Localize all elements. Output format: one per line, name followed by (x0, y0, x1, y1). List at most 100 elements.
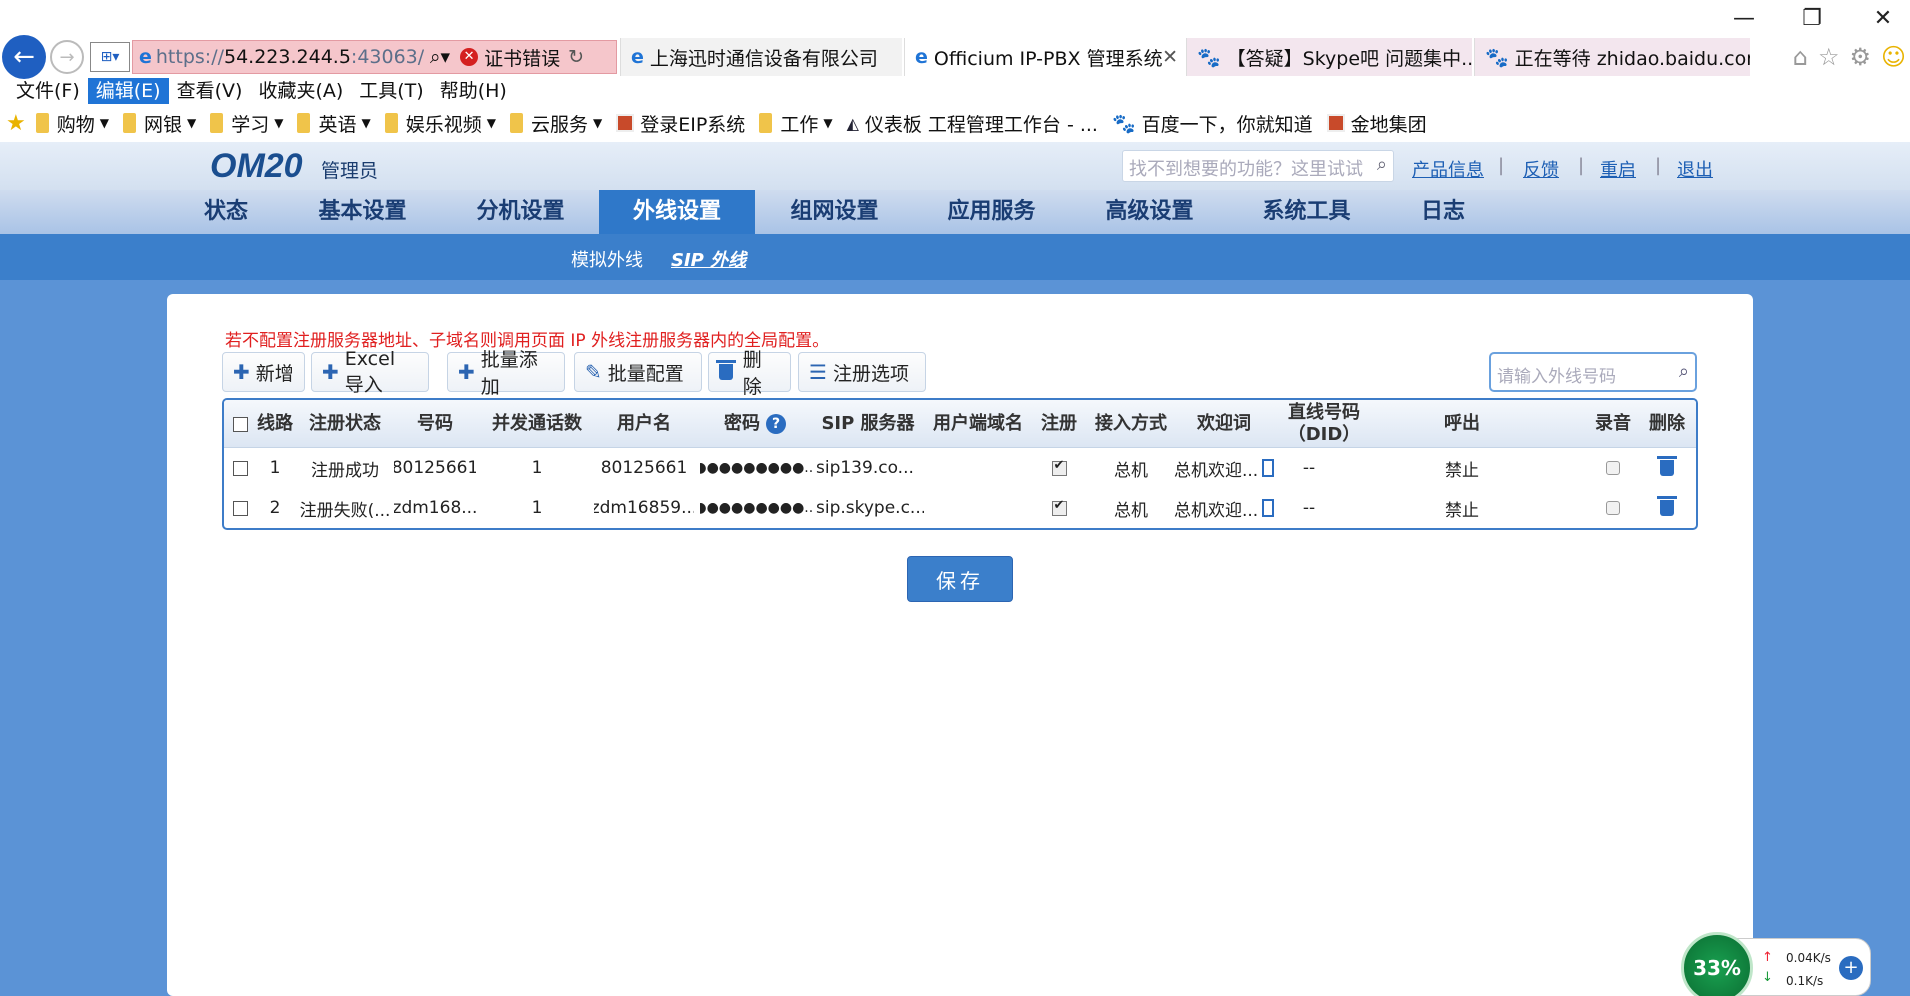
cell-concurrent: 1 (531, 458, 543, 478)
nav-extension-settings[interactable]: 分机设置 (458, 190, 583, 234)
menu-favorites[interactable]: 收藏夹(A) (250, 78, 351, 104)
link-restart[interactable]: 重启 (1600, 156, 1636, 182)
smiley-icon[interactable]: ☺ (1881, 43, 1906, 71)
record-checkbox[interactable] (1606, 461, 1620, 475)
register-checkbox[interactable] (1051, 498, 1067, 516)
fav-english[interactable]: 英语 ▼ (297, 110, 371, 137)
register-checkbox[interactable] (1051, 458, 1067, 476)
address-bar[interactable]: e https://54.223.244.5:43063/fra ⌕▾ ✕ 证书… (132, 40, 617, 74)
cert-error-label[interactable]: 证书错误 (484, 44, 560, 71)
ie-icon: e (915, 46, 928, 68)
favorites-star-icon[interactable]: ★ (6, 111, 26, 136)
trash-icon[interactable] (1657, 496, 1677, 516)
tab-zhidao[interactable]: 🐾 正在等待 zhidao.baidu.com (1474, 38, 1750, 76)
menu-view[interactable]: 查看(V) (169, 78, 251, 104)
fav-baidu[interactable]: 🐾 百度一下，你就知道 (1112, 110, 1313, 137)
nav-trunk-settings[interactable]: 外线设置 (599, 190, 755, 234)
row-checkbox[interactable] (232, 500, 248, 516)
baidu-paw-icon: 🐾 (1485, 46, 1509, 69)
table-row[interactable]: 2 注册失败(... zdm168... 1 zdm16859... ●●●●●… (224, 488, 1696, 528)
nav-status[interactable]: 状态 (180, 190, 272, 234)
menu-help[interactable]: 帮助(H) (432, 78, 515, 104)
nav-advanced-settings[interactable]: 高级设置 (1087, 190, 1212, 234)
tab-skype[interactable]: 🐾 【答疑】Skype吧 问题集中... (1186, 38, 1472, 76)
subnav-analog-trunk[interactable]: 模拟外线 (571, 246, 643, 272)
link-product-info[interactable]: 产品信息 (1412, 156, 1484, 182)
tab-title: Officium IP-PBX 管理系统 (933, 47, 1163, 70)
record-checkbox[interactable] (1606, 501, 1620, 515)
trunk-search-input[interactable]: 请输入外线号码 ⌕ (1489, 352, 1697, 392)
fav-bank[interactable]: 网银 ▼ (122, 110, 196, 137)
cell-delete (1642, 488, 1692, 528)
plus-icon[interactable]: + (1839, 956, 1863, 980)
link-logout[interactable]: 退出 (1677, 156, 1713, 182)
upload-arrow-icon: ↑ (1762, 950, 1773, 965)
col-sip-server: SIP 服务器 (821, 413, 915, 434)
table-header: 线路 注册状态 号码 并发通话数 用户名 密码? SIP 服务器 用户端域名 注… (224, 400, 1696, 448)
tab-officium[interactable]: e Officium IP-PBX 管理系统 ✕ (904, 38, 1184, 76)
nav-system-tools[interactable]: 系统工具 (1244, 190, 1369, 234)
search-icon[interactable]: ⌕ (1377, 154, 1387, 175)
close-window-button[interactable]: ✕ (1863, 6, 1903, 31)
fav-cloud[interactable]: 云服务 ▼ (509, 110, 602, 137)
subnav-sip-trunk[interactable]: SIP 外线 (671, 246, 746, 272)
tab-xunshi[interactable]: e 上海迅时通信设备有限公司 (620, 38, 902, 76)
forward-button[interactable]: → (50, 40, 84, 74)
nav-basic-settings[interactable]: 基本设置 (300, 190, 425, 234)
menu-edit[interactable]: 编辑(E) (87, 78, 169, 104)
compat-view-button[interactable]: ⊞▾ (90, 42, 130, 72)
cell-register (1032, 448, 1086, 488)
cell-did: -- (1302, 458, 1316, 478)
gear-icon[interactable]: ⚙ (1849, 43, 1871, 71)
fav-shopping[interactable]: 购物 ▼ (35, 110, 109, 137)
function-search-input[interactable]: 找不到想要的功能？这里试试 ⌕ (1122, 150, 1394, 182)
fav-work[interactable]: 工作 ▼ (759, 110, 833, 137)
cell-username: 80125661 (600, 458, 688, 478)
fav-study[interactable]: 学习 ▼ (210, 110, 283, 137)
welcome-text: 总机欢迎... (1174, 500, 1259, 521)
favorites-star-icon[interactable]: ☆ (1818, 43, 1840, 71)
fav-eip[interactable]: 登录EIP系统 (616, 110, 745, 137)
excel-import-button[interactable]: ✚ Excel 导入 (311, 348, 429, 396)
edit-icon[interactable] (1262, 499, 1274, 517)
register-options-button[interactable]: ☰ 注册选项 (798, 352, 926, 392)
add-button[interactable]: ✚ 新增 (222, 352, 305, 392)
memory-usage-circle[interactable]: 33% (1681, 932, 1753, 996)
edit-icon[interactable] (1262, 459, 1274, 477)
table-row[interactable]: 1 注册成功 80125661 1 80125661 ●●●●●●●●●... … (224, 448, 1696, 488)
fav-jindi[interactable]: 金地集团 (1326, 110, 1427, 137)
fav-entertainment[interactable]: 娱乐视频 ▼ (384, 110, 496, 137)
home-icon[interactable]: ⌂ (1793, 43, 1808, 71)
trash-icon[interactable] (1657, 456, 1677, 476)
cell-domain (926, 448, 1030, 488)
save-button[interactable]: 保存 (907, 556, 1013, 602)
list-icon: ☰ (809, 360, 827, 384)
restore-button[interactable]: ❐ (1792, 6, 1832, 31)
help-icon[interactable]: ? (766, 414, 786, 434)
refresh-icon[interactable]: ↻ (568, 46, 584, 68)
search-icon[interactable]: ⌕ (1679, 361, 1689, 382)
download-speed: 0.1K/s (1786, 974, 1824, 988)
batch-config-button[interactable]: ✎ 批量配置 (574, 352, 702, 392)
back-button[interactable]: ← (2, 35, 46, 79)
menu-file[interactable]: 文件(F) (8, 78, 88, 104)
row-checkbox[interactable] (232, 460, 248, 476)
close-tab-icon[interactable]: ✕ (1162, 46, 1178, 68)
main-nav: 状态 基本设置 分机设置 外线设置 组网设置 应用服务 高级设置 系统工具 日志 (0, 190, 1910, 234)
address-url[interactable]: https://54.223.244.5:43063/fra (156, 46, 424, 68)
fav-dashboard[interactable]: ◭ 仪表板 工程管理工作台 - ... (847, 110, 1098, 137)
menu-tools[interactable]: 工具(T) (351, 78, 431, 104)
search-icon[interactable]: ⌕▾ (430, 46, 450, 68)
button-label: 注册选项 (832, 362, 909, 385)
delete-button[interactable]: 删除 (708, 349, 791, 398)
nav-network-settings[interactable]: 组网设置 (772, 190, 897, 234)
batch-add-button[interactable]: ✚ 批量添加 (447, 349, 565, 398)
cell-status: 注册失败(... (300, 500, 390, 521)
minimize-button[interactable]: — (1724, 6, 1764, 31)
col-reg-status: 注册状态 (309, 413, 381, 434)
browser-right-icons: ⌂ ☆ ⚙ ☺ (1793, 38, 1910, 76)
nav-app-services[interactable]: 应用服务 (929, 190, 1054, 234)
link-feedback[interactable]: 反馈 (1523, 156, 1559, 182)
select-all-checkbox[interactable] (232, 416, 248, 432)
nav-logs[interactable]: 日志 (1400, 190, 1486, 234)
